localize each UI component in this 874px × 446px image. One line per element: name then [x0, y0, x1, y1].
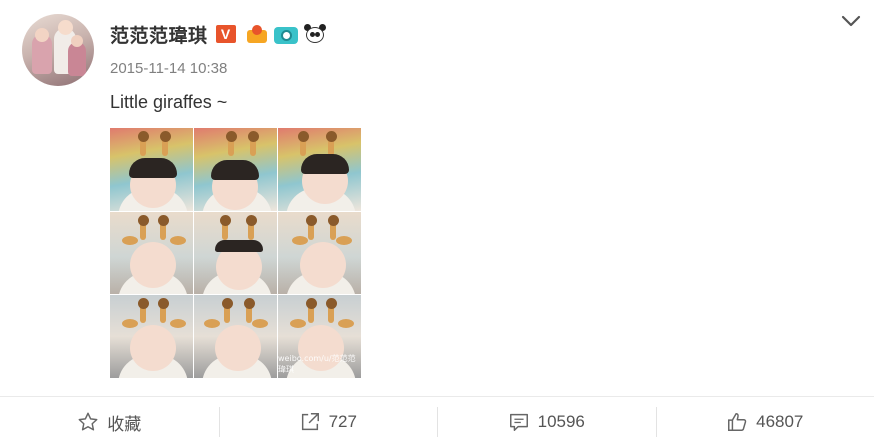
photo-tile: [194, 128, 277, 211]
post-text: Little giraffes ~: [110, 92, 228, 112]
star-icon: [78, 412, 98, 431]
photo-tile: weibo.com/u/范范范瑋琪: [278, 295, 361, 378]
verified-v-badge[interactable]: V: [215, 25, 236, 43]
author-name[interactable]: 范范范瑋琪: [110, 21, 208, 48]
photo-tile: [278, 211, 361, 295]
camera-icon[interactable]: [273, 24, 298, 44]
photo-tile: [194, 211, 277, 295]
photo-tile: [194, 295, 277, 378]
author-avatar[interactable]: [22, 14, 94, 86]
comment-icon: [509, 413, 528, 431]
like-button[interactable]: 46807: [655, 397, 874, 446]
weibo-post-card: 范范范瑋琪 V 2015-11-14 10:38 Little giraffes…: [0, 0, 874, 446]
photo-watermark: weibo.com/u/范范范瑋琪: [278, 353, 356, 374]
repost-button[interactable]: 727: [218, 397, 438, 446]
author-name-row: 范范范瑋琪 V: [110, 21, 326, 48]
photo-tile: [110, 211, 193, 295]
comment-button[interactable]: 10596: [437, 397, 656, 446]
photo-tile: [110, 128, 193, 211]
comment-count: 10596: [537, 412, 585, 431]
like-count: 46807: [756, 412, 804, 431]
post-timestamp[interactable]: 2015-11-14 10:38: [110, 60, 227, 77]
favorite-label: 收藏: [107, 414, 142, 434]
repost-count: 727: [328, 412, 357, 431]
panda-icon[interactable]: [303, 24, 326, 44]
post-action-bar: 收藏 727 10596 46807: [0, 396, 874, 446]
favorite-button[interactable]: 收藏: [0, 397, 219, 446]
thumbs-up-icon: [728, 413, 747, 431]
post-photo[interactable]: weibo.com/u/范范范瑋琪: [110, 128, 361, 378]
share-icon: [301, 413, 319, 431]
photo-tile: [110, 295, 193, 378]
chevron-down-icon[interactable]: [840, 10, 862, 32]
vip-crown-icon[interactable]: [246, 24, 268, 44]
photo-tile: [278, 128, 361, 211]
